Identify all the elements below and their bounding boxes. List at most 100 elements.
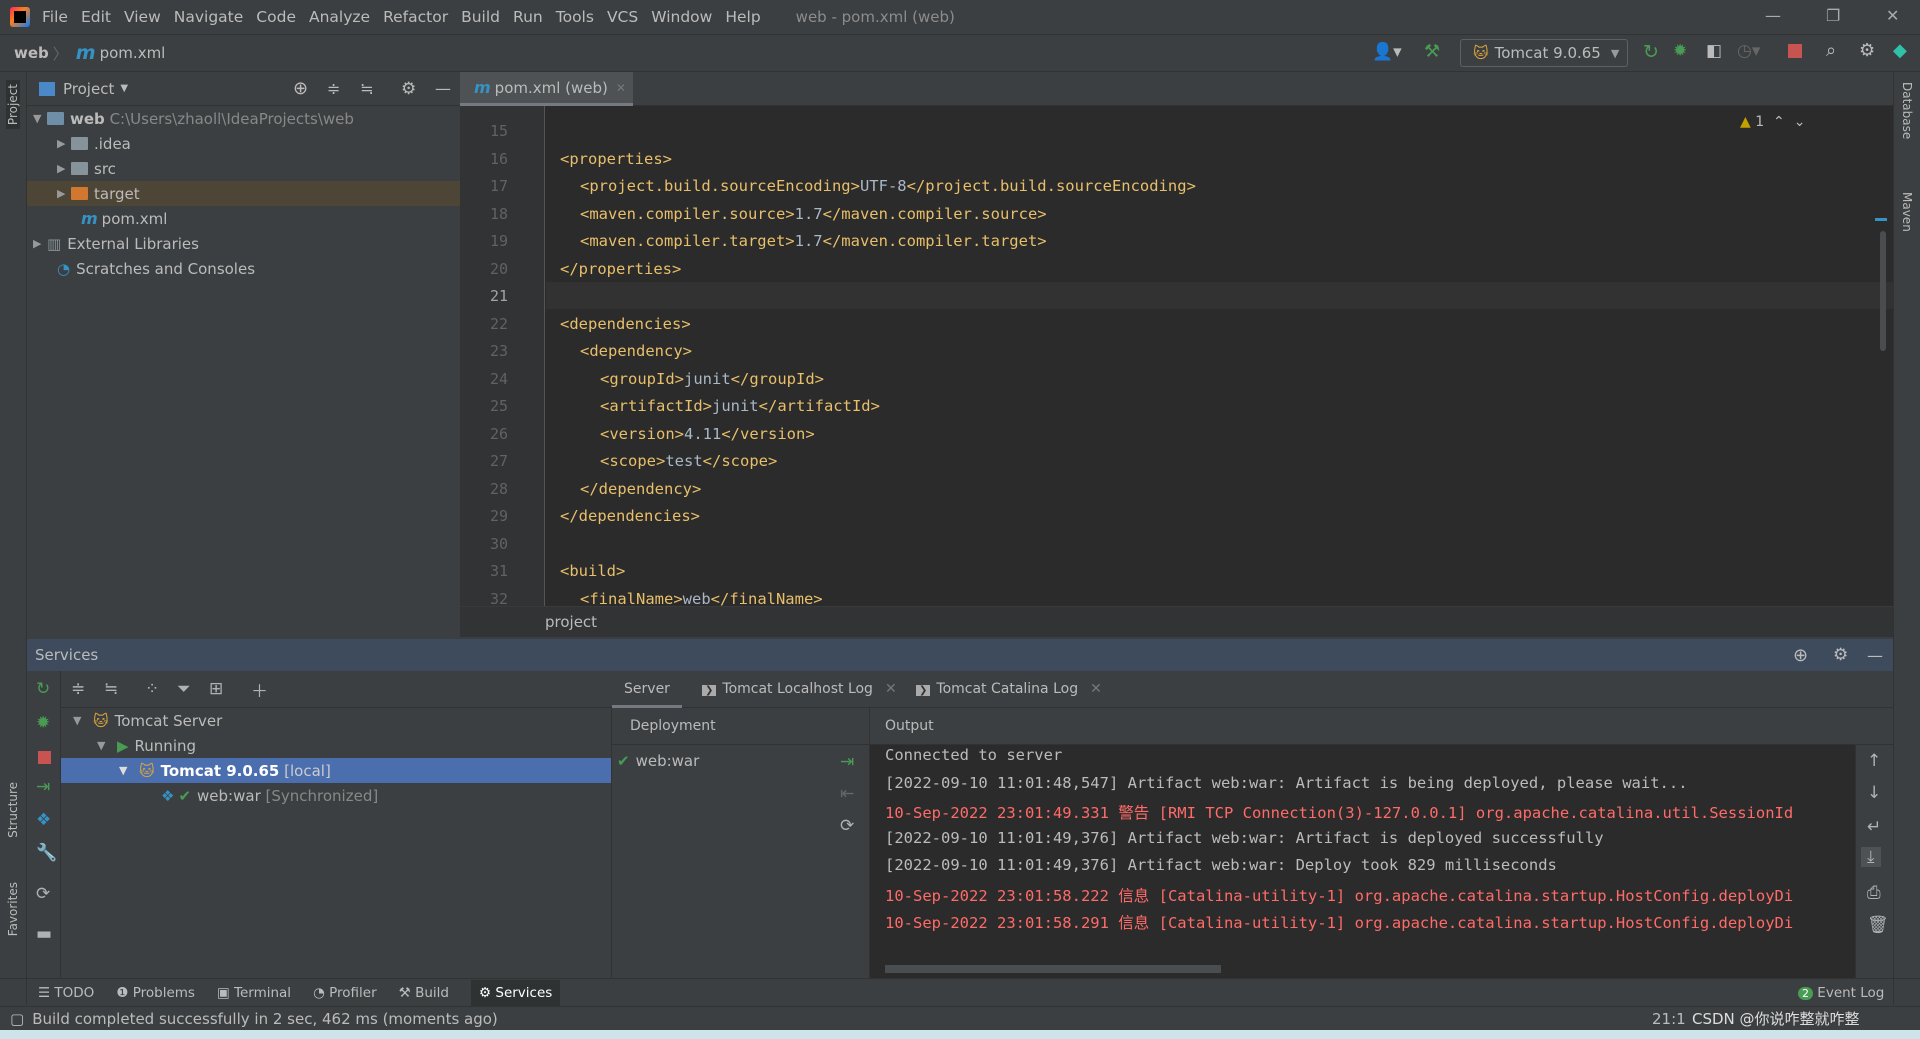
deploy-icon[interactable]: ⇥ <box>840 752 854 772</box>
breadcrumb-project[interactable]: web <box>14 44 49 62</box>
menu-edit[interactable]: Edit <box>81 8 111 26</box>
rerun-icon[interactable]: ↻ <box>36 679 50 699</box>
stripe-project[interactable]: Project <box>6 80 20 130</box>
tree-running[interactable]: ▼ ▶ Running <box>61 733 611 758</box>
print-icon[interactable]: ⎙ <box>1867 883 1881 903</box>
editor-scrollbar[interactable] <box>1880 231 1886 351</box>
refresh-icon[interactable]: ⟳ <box>840 816 854 836</box>
chevron-down-icon[interactable]: ▼ <box>120 83 128 94</box>
menu-view[interactable]: View <box>124 8 161 26</box>
hide-panel-icon[interactable]: — <box>435 79 451 98</box>
event-log-button[interactable]: 2 Event Log <box>1798 985 1884 1001</box>
menu-code[interactable]: Code <box>256 8 296 26</box>
editor-breadcrumb[interactable]: project <box>460 606 1893 637</box>
tree-item-scratches[interactable]: ◔ Scratches and Consoles <box>27 256 460 281</box>
menu-navigate[interactable]: Navigate <box>174 8 244 26</box>
tool-build[interactable]: ⚒ Build <box>399 985 449 1001</box>
stripe-structure[interactable]: Structure <box>6 782 20 838</box>
stripe-maven[interactable]: Maven <box>1900 192 1914 232</box>
menu-analyze[interactable]: Analyze <box>309 8 370 26</box>
tree-item-target[interactable]: ▶ target <box>27 181 460 206</box>
settings-gear-icon[interactable]: ⚙ <box>1833 645 1848 665</box>
vcs-user-icon[interactable]: 👤▾ <box>1372 42 1402 62</box>
run-config-select[interactable]: 🐱 Tomcat 9.0.65 ▼ <box>1460 39 1628 67</box>
debug-icon[interactable]: ✹ <box>1673 41 1687 61</box>
horizontal-scrollbar[interactable] <box>885 965 1221 973</box>
collapse-all-icon[interactable]: ≒ <box>104 679 118 699</box>
menu-help[interactable]: Help <box>725 8 760 26</box>
new-tab-icon[interactable]: ⊞ <box>209 679 223 699</box>
collapse-all-icon[interactable]: ≒ <box>360 79 373 98</box>
deploy-icon[interactable]: ⇥ <box>36 777 50 797</box>
tree-tomcat-instance[interactable]: ▼ 🐱 Tomcat 9.0.65 [local] <box>61 758 611 783</box>
output-console[interactable]: Connected to server [2022-09-10 11:01:48,… <box>870 745 1855 978</box>
tree-item-idea[interactable]: ▶ .idea <box>27 131 460 156</box>
restore-icon[interactable]: ❐ <box>1826 6 1840 25</box>
trash-icon[interactable]: 🗑 <box>1867 915 1889 935</box>
code-editor[interactable]: 15 16 17 18 19 20 21 22 23 24 25 26 27 28 29 30 31 32 <pr… <box>460 106 1893 606</box>
expand-all-icon[interactable]: ≑ <box>327 79 340 98</box>
tool-problems[interactable]: ❶ Problems <box>116 985 195 1001</box>
close-tab-icon[interactable]: ✕ <box>616 81 626 95</box>
stripe-favorites[interactable]: Favorites <box>6 882 20 936</box>
soft-wrap-icon[interactable]: ↵ <box>1867 817 1881 837</box>
expand-all-icon[interactable]: ≑ <box>71 679 85 699</box>
menu-tools[interactable]: Tools <box>556 8 594 26</box>
project-view-select[interactable]: Project <box>63 80 114 98</box>
close-icon[interactable]: ✕ <box>1886 6 1899 25</box>
rerun-icon[interactable]: ↻ <box>1643 41 1659 63</box>
settings-gear-icon[interactable]: ⚙ <box>1859 40 1875 61</box>
tool-services[interactable]: ⚙ Services <box>470 979 561 1006</box>
search-icon[interactable]: ⌕ <box>1826 40 1836 61</box>
menu-vcs[interactable]: VCS <box>607 8 638 26</box>
project-panel-header: Project ▼ ⊕ ≑ ≒ ⚙ — <box>27 72 460 106</box>
tree-item-web[interactable]: ▼ web C:\Users\zhaoll\IdeaProjects\web <box>27 106 460 131</box>
menu-build[interactable]: Build <box>461 8 500 26</box>
tree-item-src[interactable]: ▶ src <box>27 156 460 181</box>
profile-icon[interactable]: ◷▾ <box>1737 41 1760 61</box>
status-panel-icon[interactable]: ▢ <box>10 1010 24 1028</box>
arrow-up-icon[interactable]: ↑ <box>1867 751 1881 771</box>
tab-localhost-log[interactable]: ❯ Tomcat Localhost Log ✕ <box>702 671 897 708</box>
debug-icon[interactable]: ✹ <box>36 713 50 733</box>
group-by-icon[interactable]: ⁘ <box>145 679 159 699</box>
filter-icon[interactable]: ⏷ <box>177 679 191 699</box>
build-hammer-icon[interactable]: ⚒ <box>1424 41 1440 62</box>
tab-catalina-log[interactable]: ❯ Tomcat Catalina Log ✕ <box>916 671 1102 708</box>
plugin-logo-icon[interactable]: ◆ <box>1893 40 1907 61</box>
tree-item-external-libraries[interactable]: ▶ ▥ External Libraries <box>27 231 460 256</box>
caret-position[interactable]: 21:1 <box>1652 1010 1686 1028</box>
tool-terminal[interactable]: ▣ Terminal <box>217 985 291 1001</box>
stripe-database[interactable]: Database <box>1900 82 1914 139</box>
locate-icon[interactable]: ⊕ <box>293 78 308 99</box>
tree-artifact[interactable]: ❖ ✔ web:war [Synchronized] <box>61 783 611 808</box>
artifact-icon[interactable]: ❖ <box>36 810 51 830</box>
locate-icon[interactable]: ⊕ <box>1793 645 1808 666</box>
deployment-item[interactable]: ✔ web:war <box>612 748 869 773</box>
tree-tomcat-server[interactable]: ▼ 🐱 Tomcat Server <box>61 708 611 733</box>
stop-icon[interactable] <box>1788 44 1802 58</box>
refresh-icon[interactable]: ⟳ <box>36 884 50 904</box>
breadcrumb-file[interactable]: pom.xml <box>100 44 166 62</box>
tool-profiler[interactable]: ◔ Profiler <box>313 985 377 1001</box>
menu-window[interactable]: Window <box>651 8 712 26</box>
tab-server[interactable]: Server <box>612 671 682 708</box>
arrow-down-icon[interactable]: ↓ <box>1867 783 1881 803</box>
inspection-widget[interactable]: ▲ 1 ⌃ ⌄ <box>1740 114 1805 130</box>
layout-icon[interactable]: ▬ <box>36 924 52 944</box>
menu-file[interactable]: File <box>42 8 68 26</box>
tree-item-pom[interactable]: m pom.xml <box>27 206 460 231</box>
undeploy-icon[interactable]: ⇤ <box>840 784 854 804</box>
tool-todo[interactable]: ☰ TODO <box>38 985 94 1001</box>
tab-pom-xml[interactable]: m pom.xml (web) ✕ <box>460 72 633 106</box>
menu-run[interactable]: Run <box>513 8 543 26</box>
minimize-icon[interactable]: — <box>1765 6 1781 25</box>
stop-icon[interactable] <box>38 751 51 764</box>
coverage-icon[interactable]: ◧ <box>1706 41 1722 61</box>
hide-panel-icon[interactable]: — <box>1867 646 1883 665</box>
menu-refactor[interactable]: Refactor <box>383 8 448 26</box>
add-service-icon[interactable]: ＋ <box>251 677 268 702</box>
wrench-icon[interactable]: 🔧 <box>36 843 57 863</box>
settings-gear-icon[interactable]: ⚙ <box>401 79 416 99</box>
scroll-to-end-icon[interactable]: ⤓ <box>1861 847 1881 867</box>
